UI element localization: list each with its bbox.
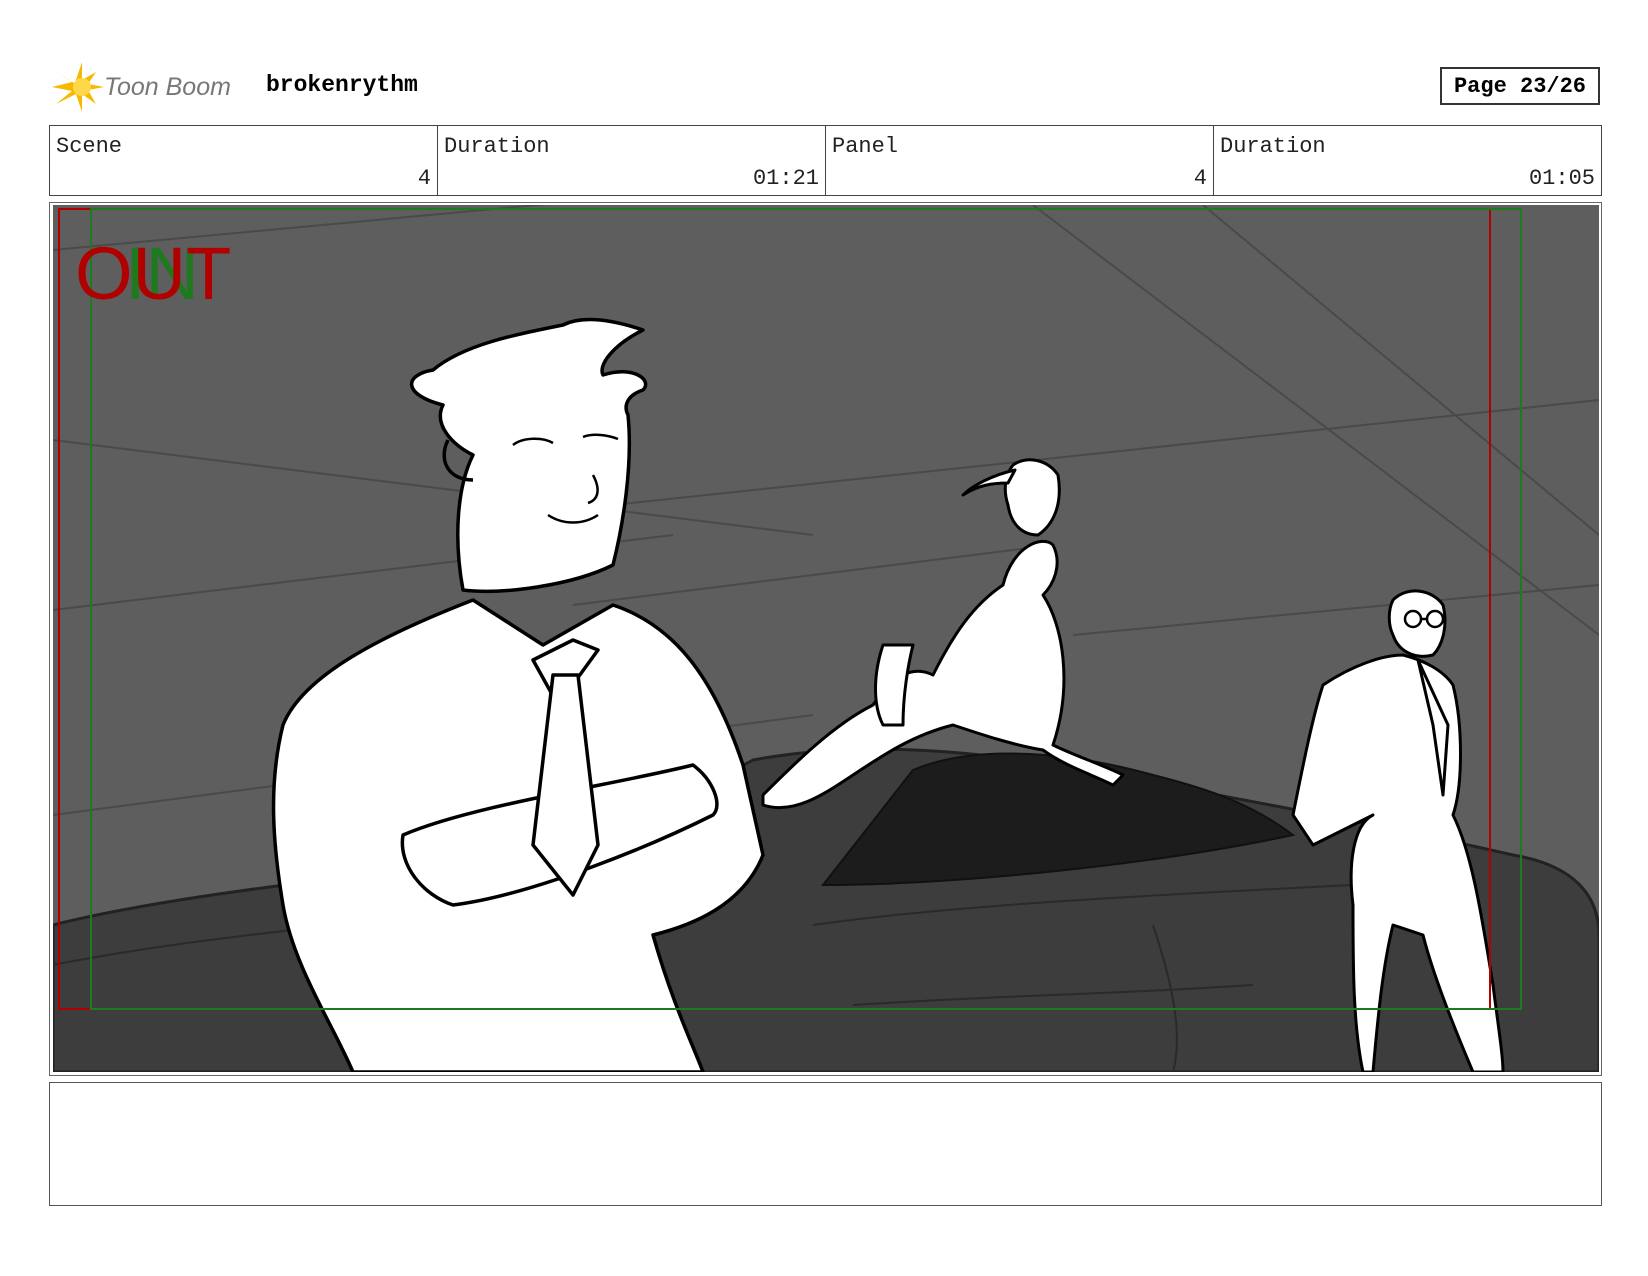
- project-name: brokenrythm: [266, 72, 418, 98]
- panel-duration-label: Duration: [1220, 134, 1326, 159]
- panel-label: Panel: [832, 134, 899, 159]
- starburst-icon: [52, 62, 104, 112]
- toon-boom-logo: Toon Boom: [52, 62, 231, 112]
- out-label: OUT: [75, 232, 231, 315]
- scene-label: Scene: [56, 134, 123, 159]
- scene-duration-cell: Duration 01:21: [438, 126, 826, 195]
- panel-cell: Panel 4: [826, 126, 1214, 195]
- scene-duration-value: 01:21: [752, 166, 819, 191]
- logo-text: Toon Boom: [104, 73, 231, 101]
- panel-duration-value: 01:05: [1528, 166, 1595, 191]
- info-bar: Scene 4 Duration 01:21 Panel 4 Duration …: [49, 125, 1602, 196]
- panel-drawing: IN OUT: [53, 205, 1599, 1072]
- panel-duration-cell: Duration 01:05: [1214, 126, 1601, 195]
- storyboard-page: Toon Boom brokenrythm Page 23/26 Scene 4…: [0, 0, 1648, 1276]
- panel-value: 4: [1193, 166, 1207, 191]
- page-indicator: Page 23/26: [1440, 67, 1600, 105]
- notes-box: [49, 1082, 1602, 1206]
- scene-cell: Scene 4: [50, 126, 438, 195]
- scene-duration-label: Duration: [444, 134, 550, 159]
- scene-value: 4: [417, 166, 431, 191]
